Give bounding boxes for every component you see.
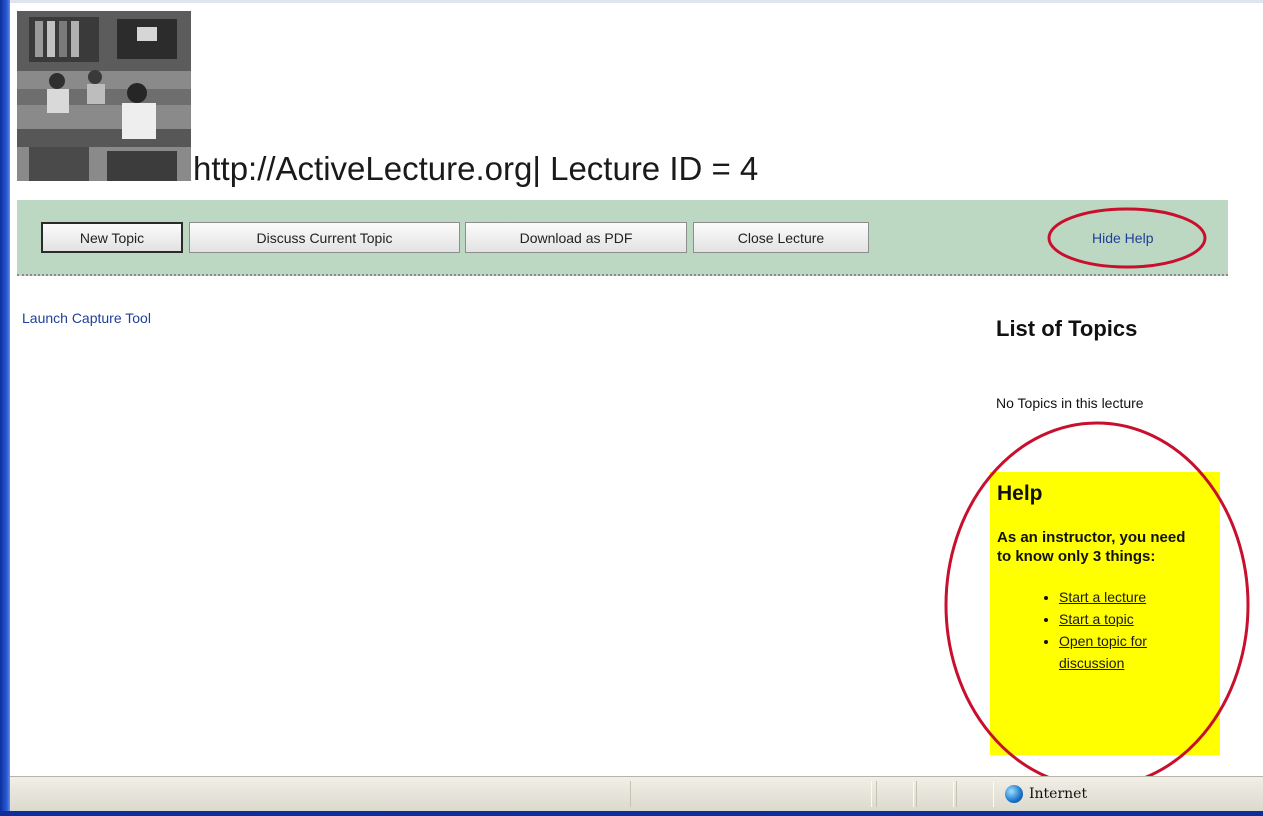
zone-label: Internet: [1029, 786, 1088, 802]
page-title: http://ActiveLecture.org| Lecture ID = 4: [193, 150, 759, 187]
globe-icon: [1005, 785, 1023, 803]
help-heading: Help: [997, 482, 1043, 505]
start-topic-link[interactable]: Start a topic: [1059, 611, 1134, 627]
empty-topics-message: No Topics in this lecture: [996, 395, 1144, 411]
help-links: Start a lecture Start a topic Open topic…: [997, 586, 1212, 674]
topics-heading: List of Topics: [996, 316, 1138, 341]
open-topic-discussion-link[interactable]: Open topic for discussion: [1059, 633, 1147, 671]
list-item: Start a topic: [1059, 608, 1212, 630]
status-segment: [956, 781, 994, 807]
security-zone: Internet: [1005, 785, 1087, 803]
window-bottom-edge: [0, 811, 1263, 816]
status-bar: Internet: [10, 776, 1263, 811]
discuss-current-topic-button[interactable]: Discuss Current Topic: [189, 222, 460, 253]
download-pdf-button[interactable]: Download as PDF: [465, 222, 687, 253]
list-item: Start a lecture: [1059, 586, 1212, 608]
status-segment: [876, 781, 914, 807]
status-segment: [630, 781, 872, 807]
toolbar: New Topic Discuss Current Topic Download…: [17, 200, 1228, 276]
help-intro: As an instructor, you need to know only …: [997, 529, 1186, 565]
launch-capture-tool-link[interactable]: Launch Capture Tool: [22, 310, 151, 326]
classroom-photo: [17, 11, 191, 181]
close-lecture-button[interactable]: Close Lecture: [693, 222, 869, 253]
hide-help-link[interactable]: Hide Help: [1092, 230, 1153, 246]
window-left-border: [0, 0, 10, 816]
help-panel: Help As an instructor, you need to know …: [990, 472, 1220, 755]
status-segment: [916, 781, 954, 807]
start-lecture-link[interactable]: Start a lecture: [1059, 589, 1146, 605]
new-topic-button[interactable]: New Topic: [41, 222, 183, 253]
list-item: Open topic for discussion: [1059, 630, 1212, 674]
window-top-edge: [0, 0, 1263, 3]
